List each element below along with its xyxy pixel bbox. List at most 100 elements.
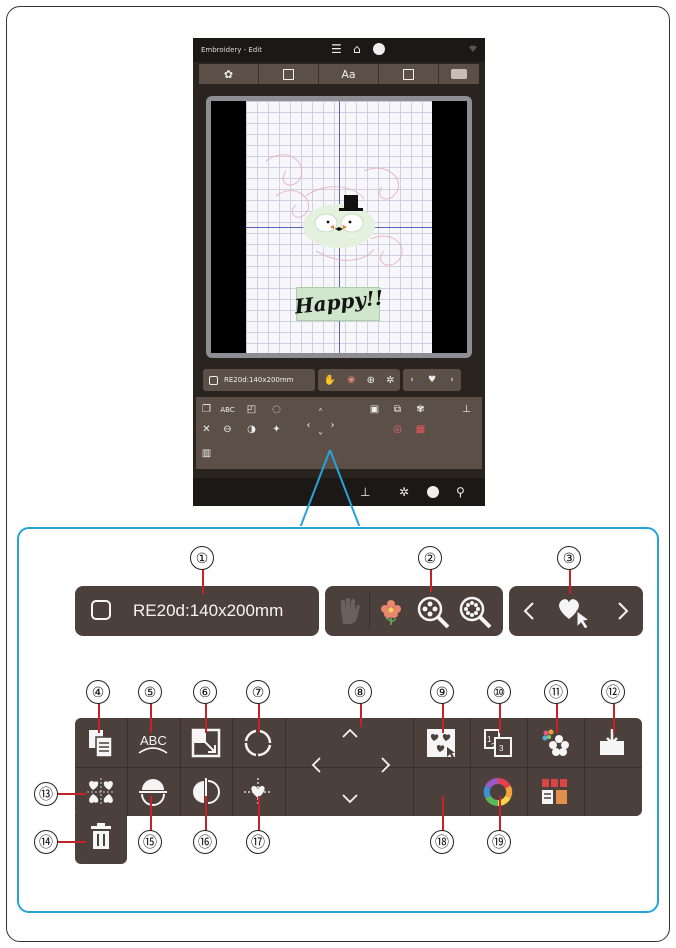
hoop-size-label: RE20d:140x200mm: [224, 376, 294, 384]
menu-icon[interactable]: ☰: [331, 42, 342, 56]
move-down-icon[interactable]: [341, 794, 359, 804]
tab-text[interactable]: Aa: [319, 64, 379, 84]
flip-horizontal-button[interactable]: [137, 776, 169, 808]
marker-19: ⑲: [487, 830, 511, 854]
marker-9: ⑨: [430, 680, 454, 704]
marker-2: ②: [418, 546, 442, 570]
hoop-icon: [209, 375, 218, 385]
zoom-out-icon[interactable]: ✲: [386, 375, 394, 386]
order-button[interactable]: 123: [482, 727, 514, 759]
order-icon[interactable]: ⧉: [389, 401, 406, 418]
hoop-icon: [91, 600, 111, 620]
delete-button[interactable]: [75, 812, 127, 864]
copy-button[interactable]: [85, 727, 117, 759]
move-down-icon[interactable]: ˅: [312, 429, 329, 446]
next-arrow-icon[interactable]: [617, 601, 629, 621]
leader-line-15: [150, 796, 152, 832]
horizontal-flip-icon[interactable]: ⊖: [219, 421, 236, 438]
separator: [75, 767, 642, 768]
group-button[interactable]: [425, 727, 457, 759]
color-grouping-button[interactable]: [539, 727, 571, 759]
move-right-icon[interactable]: [381, 756, 391, 774]
color-group-icon: [542, 729, 569, 756]
wrench-icon[interactable]: ⚲: [456, 485, 465, 499]
tab-dropdown[interactable]: [439, 64, 479, 84]
hand-icon[interactable]: [335, 596, 363, 626]
pattern-select-panel: [509, 586, 643, 636]
canvas-frame: Happy!!: [206, 96, 472, 358]
wifi-icon: [469, 45, 477, 52]
copy-icon[interactable]: ❐: [198, 401, 215, 418]
zoom-out-icon[interactable]: [457, 594, 493, 630]
move-up-icon[interactable]: [341, 728, 359, 738]
mirror-heart-icon: [87, 778, 115, 806]
hoop-size-panel[interactable]: RE20d:140x200mm: [75, 586, 319, 636]
tab-edit[interactable]: [379, 64, 439, 84]
status-bar-zoom: RE20d:140x200mm: [75, 586, 647, 636]
tab-pattern[interactable]: ✿: [199, 64, 259, 84]
prev-arrow-icon[interactable]: ‹: [410, 375, 414, 385]
select-pattern-icon[interactable]: [555, 595, 595, 629]
color-list-icon[interactable]: ▦: [412, 421, 429, 438]
prev-arrow-icon[interactable]: [523, 601, 535, 621]
marker-11: ⑪: [544, 680, 568, 704]
device-status-bar: RE20d:140x200mm ✋ ❀ ⊕ ✲ ‹ ♥ ›: [203, 369, 475, 391]
vertical-flip-icon[interactable]: ◑: [243, 421, 260, 438]
device-screen: Embroidery - Edit ☰ ⌂ ✿ Aa Happy!! RE20d…: [193, 38, 485, 506]
resize-icon[interactable]: ◰: [243, 401, 260, 418]
center-icon[interactable]: ✦: [268, 421, 285, 438]
horizontal-flip-icon: [139, 779, 167, 806]
hand-icon[interactable]: ✋: [324, 375, 336, 386]
zoom-in-icon[interactable]: [415, 594, 451, 630]
color-group-icon[interactable]: ✾: [412, 401, 429, 418]
settings-icon[interactable]: ✲: [399, 485, 409, 499]
select-pattern-icon[interactable]: ♥: [428, 375, 436, 385]
canvas-area[interactable]: Happy!!: [211, 101, 467, 353]
color-wheel-icon[interactable]: ◎: [389, 421, 406, 438]
color-wheel-button[interactable]: [482, 776, 514, 808]
help-icon[interactable]: [427, 486, 439, 498]
move-left-icon[interactable]: [311, 756, 321, 774]
flower-icon[interactable]: ❀: [347, 375, 355, 386]
save-icon[interactable]: ⊥: [458, 401, 475, 418]
copy-icon: [89, 730, 113, 758]
delete-icon[interactable]: ▥: [198, 445, 215, 462]
home-icon[interactable]: ⌂: [353, 42, 361, 56]
marker-5: ⑤: [138, 680, 162, 704]
hoop-grid[interactable]: Happy!!: [246, 101, 432, 353]
text-arc-icon: ABC: [138, 733, 168, 754]
zoom-in-icon[interactable]: ⊕: [367, 375, 375, 386]
pattern-icon: ✿: [223, 67, 234, 81]
rotate-icon[interactable]: ◌: [268, 401, 285, 418]
group-icon[interactable]: ▣: [366, 401, 383, 418]
color-list-button[interactable]: [539, 776, 571, 808]
tab-frame[interactable]: [259, 64, 319, 84]
separator: [180, 718, 181, 816]
flower-icon[interactable]: [379, 598, 403, 626]
separator: [470, 718, 471, 816]
color-list-icon: [542, 779, 567, 804]
separator: [584, 718, 585, 816]
separator: [527, 718, 528, 816]
separator: [413, 718, 414, 816]
mirror-heart-icon[interactable]: ✕: [198, 421, 215, 438]
text-arc-icon[interactable]: ABC: [219, 401, 236, 418]
status-bar: Embroidery - Edit ☰ ⌂: [193, 38, 485, 62]
text-arc-button[interactable]: ABC: [137, 727, 169, 759]
save-icon: [600, 729, 624, 755]
marker-1: ①: [190, 546, 214, 570]
next-arrow-icon[interactable]: ›: [450, 375, 454, 385]
marker-10: ⑩: [487, 680, 511, 704]
save-button[interactable]: [596, 727, 628, 759]
janome-logo-icon[interactable]: [373, 43, 385, 55]
edit-icon: [403, 68, 414, 80]
hoop-size-segment[interactable]: RE20d:140x200mm: [203, 369, 315, 391]
pattern-select-segment: ‹ ♥ ›: [403, 369, 461, 391]
color-wheel-icon: [483, 778, 513, 806]
separator: [285, 718, 286, 816]
separator: [232, 718, 233, 816]
callout-pointer: [298, 449, 362, 530]
leader-line-14: [56, 841, 86, 843]
marker-12: ⑫: [601, 680, 625, 704]
mirror-layout-button[interactable]: [85, 776, 117, 808]
